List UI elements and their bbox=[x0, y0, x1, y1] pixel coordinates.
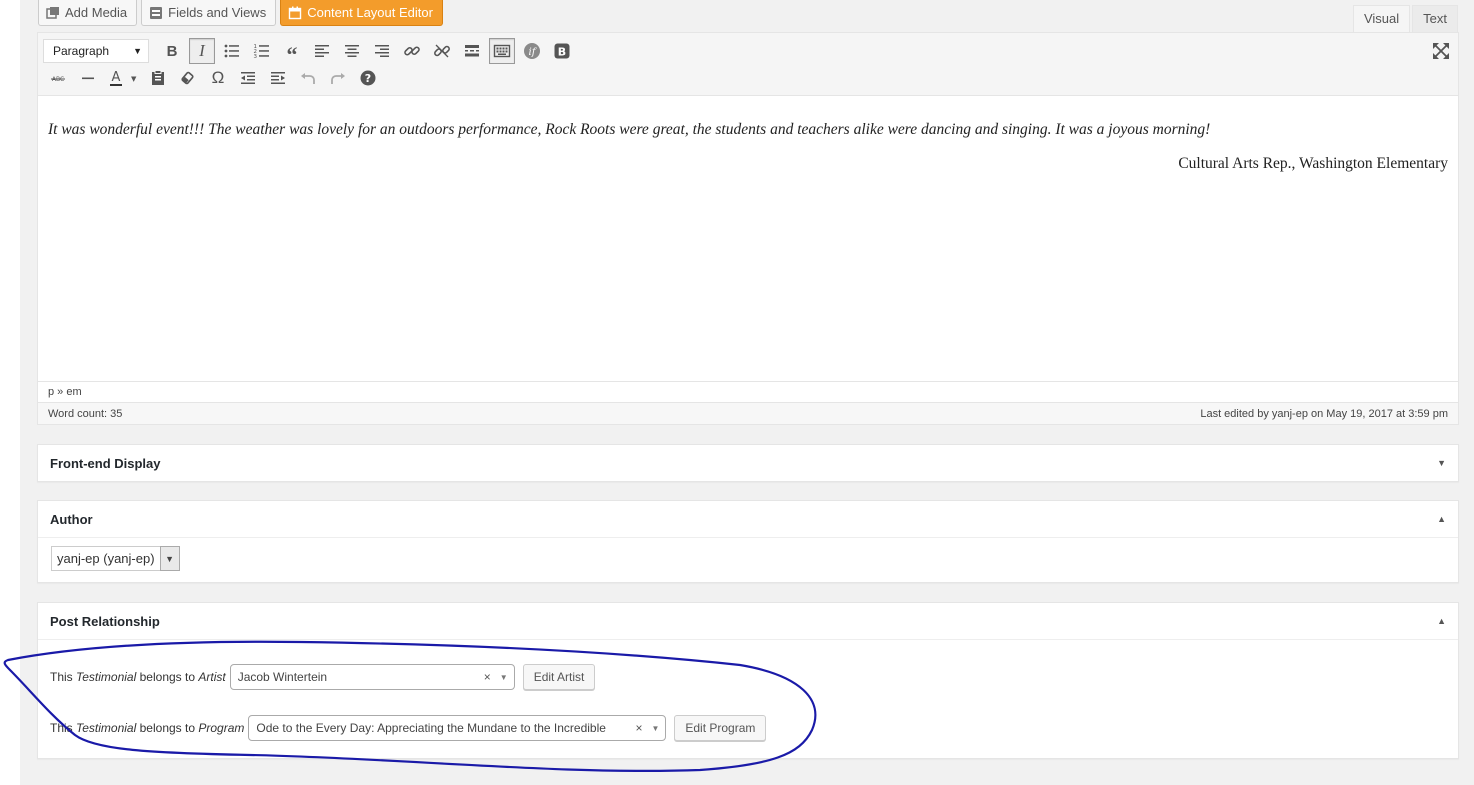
author-title: Author bbox=[50, 511, 93, 527]
clear-icon[interactable]: × bbox=[635, 721, 642, 735]
artist-rel-post-type: Testimonial bbox=[76, 670, 137, 684]
frontend-display-title: Front-end Display bbox=[50, 455, 161, 471]
align-center-icon[interactable] bbox=[337, 38, 367, 64]
clear-icon[interactable]: × bbox=[484, 670, 491, 684]
artist-rel-middle: belongs to bbox=[139, 670, 196, 684]
editor-status-bar: Word count: 35 Last edited by yanj-ep on… bbox=[38, 402, 1458, 424]
chevron-down-icon: ▼ bbox=[133, 46, 142, 56]
author-header[interactable]: Author ▲ bbox=[38, 501, 1458, 537]
format-select-value: Paragraph bbox=[53, 44, 110, 58]
help-icon[interactable]: ? bbox=[353, 65, 383, 91]
bootstrap-icon[interactable]: B bbox=[547, 38, 577, 64]
post-relationship-metabox: Post Relationship ▲ This Testimonial bel… bbox=[37, 602, 1459, 759]
bold-icon[interactable]: B bbox=[157, 38, 187, 64]
calendar-layout-icon bbox=[288, 6, 302, 20]
program-select-value: Ode to the Every Day: Appreciating the M… bbox=[256, 721, 606, 735]
toolset-conditional-icon[interactable]: if bbox=[517, 38, 547, 64]
read-more-icon[interactable] bbox=[457, 38, 487, 64]
edit-program-button[interactable]: Edit Program bbox=[674, 715, 767, 741]
author-select-value: yanj-ep (yanj-ep) bbox=[51, 546, 161, 571]
content-layout-editor-button[interactable]: Content Layout Editor bbox=[280, 0, 443, 26]
undo-icon[interactable] bbox=[293, 65, 323, 91]
horizontal-line-icon[interactable] bbox=[73, 65, 103, 91]
media-buttons: Add Media Fields and Views Content Layou… bbox=[38, 0, 443, 28]
content-layout-editor-label: Content Layout Editor bbox=[307, 5, 433, 20]
content-editor: Paragraph ▼ B I 123 “ if B A ▼ Ω ? It wa… bbox=[37, 32, 1459, 425]
paste-as-text-icon[interactable] bbox=[143, 65, 173, 91]
fullscreen-icon[interactable] bbox=[1432, 42, 1450, 60]
chevron-down-icon: ▼ bbox=[651, 723, 660, 733]
program-rel-middle: belongs to bbox=[139, 721, 196, 735]
artist-select[interactable]: Jacob Wintertein × ▼ bbox=[229, 664, 515, 690]
tab-text[interactable]: Text bbox=[1412, 5, 1458, 32]
editor-mode-tabs: Visual Text bbox=[1352, 5, 1458, 32]
artist-select-value: Jacob Wintertein bbox=[237, 670, 328, 684]
link-icon[interactable] bbox=[397, 38, 427, 64]
add-media-label: Add Media bbox=[65, 5, 128, 20]
italic-icon[interactable]: I bbox=[189, 38, 215, 64]
post-relationship-header[interactable]: Post Relationship ▲ bbox=[38, 603, 1458, 639]
strikethrough-icon[interactable]: ABC bbox=[43, 65, 73, 91]
edit-artist-button[interactable]: Edit Artist bbox=[522, 664, 596, 690]
fields-and-views-button[interactable]: Fields and Views bbox=[141, 0, 277, 26]
fields-and-views-label: Fields and Views bbox=[168, 5, 267, 20]
editor-toolbar: Paragraph ▼ B I 123 “ if B A ▼ Ω ? bbox=[38, 33, 1458, 96]
svg-text:3: 3 bbox=[254, 54, 258, 60]
numbered-list-icon[interactable]: 123 bbox=[247, 38, 277, 64]
add-media-button[interactable]: Add Media bbox=[38, 0, 138, 26]
artist-rel-target: Artist bbox=[198, 670, 226, 684]
svg-text:B: B bbox=[558, 46, 566, 59]
toolbar-row-1: Paragraph ▼ B I 123 “ if B bbox=[43, 38, 577, 67]
author-select[interactable]: yanj-ep (yanj-ep) ▼ bbox=[51, 546, 180, 571]
word-count: Word count: 35 bbox=[48, 408, 123, 420]
outdent-icon[interactable] bbox=[233, 65, 263, 91]
align-right-icon[interactable] bbox=[367, 38, 397, 64]
special-character-icon[interactable]: Ω bbox=[203, 65, 233, 91]
program-rel-prefix: This bbox=[50, 721, 73, 735]
frontend-display-metabox: Front-end Display ▼ bbox=[37, 444, 1459, 482]
tab-visual[interactable]: Visual bbox=[1352, 5, 1411, 32]
svg-text:?: ? bbox=[365, 72, 371, 85]
indent-icon[interactable] bbox=[263, 65, 293, 91]
clear-formatting-icon[interactable] bbox=[173, 65, 203, 91]
post-relationship-body: This Testimonial belongs to Artist Jacob… bbox=[38, 639, 1458, 759]
testimonial-paragraph: It was wonderful event!!! The weather wa… bbox=[48, 121, 1211, 138]
chevron-up-icon[interactable]: ▲ bbox=[1437, 514, 1446, 524]
media-icon bbox=[46, 6, 60, 20]
author-body: yanj-ep (yanj-ep) ▼ bbox=[38, 537, 1458, 571]
svg-text:A: A bbox=[112, 70, 121, 85]
frontend-display-header[interactable]: Front-end Display ▼ bbox=[38, 445, 1458, 481]
svg-text:▼: ▼ bbox=[131, 75, 137, 83]
artist-relationship-row: This Testimonial belongs to Artist Jacob… bbox=[50, 664, 596, 690]
program-select[interactable]: Ode to the Every Day: Appreciating the M… bbox=[248, 715, 667, 741]
text-color-icon[interactable]: A ▼ bbox=[103, 65, 143, 91]
toolbar-row-2: ABC A▼ Ω bbox=[43, 65, 383, 91]
chevron-down-icon[interactable]: ▼ bbox=[159, 546, 180, 571]
element-path: p » em bbox=[38, 381, 1458, 402]
format-select[interactable]: Paragraph ▼ bbox=[43, 39, 149, 63]
program-rel-target: Program bbox=[198, 721, 245, 735]
editor-content-area[interactable]: It was wonderful event!!! The weather wa… bbox=[38, 96, 1458, 381]
redo-icon[interactable] bbox=[323, 65, 353, 91]
blockquote-icon[interactable]: “ bbox=[277, 38, 307, 67]
bulleted-list-icon[interactable] bbox=[217, 38, 247, 64]
program-relationship-row: This Testimonial belongs to Program Ode … bbox=[50, 715, 767, 741]
author-metabox: Author ▲ yanj-ep (yanj-ep) ▼ bbox=[37, 500, 1459, 583]
fields-views-icon bbox=[149, 6, 163, 20]
last-edited: Last edited by yanj-ep on May 19, 2017 a… bbox=[1200, 408, 1448, 420]
chevron-up-icon[interactable]: ▲ bbox=[1437, 616, 1446, 626]
chevron-down-icon: ▼ bbox=[499, 672, 508, 682]
align-left-icon[interactable] bbox=[307, 38, 337, 64]
program-rel-post-type: Testimonial bbox=[76, 721, 137, 735]
toolbar-toggle-icon[interactable] bbox=[489, 38, 515, 64]
unlink-icon[interactable] bbox=[427, 38, 457, 64]
artist-rel-prefix: This bbox=[50, 670, 73, 684]
post-relationship-title: Post Relationship bbox=[50, 613, 160, 629]
testimonial-signature: Cultural Arts Rep., Washington Elementar… bbox=[1178, 155, 1448, 172]
chevron-down-icon[interactable]: ▼ bbox=[1437, 458, 1446, 468]
